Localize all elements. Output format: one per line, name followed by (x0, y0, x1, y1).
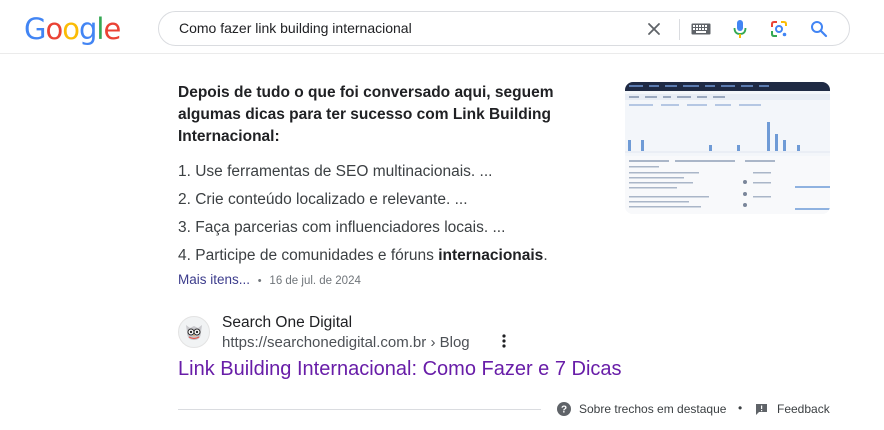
feedback-link[interactable]: Feedback (755, 402, 830, 416)
snippet-date: 16 de jul. de 2024 (269, 275, 361, 287)
footer-divider (178, 409, 541, 410)
help-icon: ? (557, 402, 571, 416)
search-divider (679, 19, 680, 40)
close-icon[interactable] (642, 18, 666, 40)
footer-separator: • (738, 401, 743, 415)
feedback-icon (755, 403, 768, 416)
site-favicon-icon (178, 316, 210, 348)
featured-snippet-title: Depois de tudo o que foi conversado aqui… (178, 84, 554, 145)
logo-letter: l (96, 12, 104, 46)
site-name[interactable]: Search One Digital (222, 314, 352, 332)
keyboard-icon[interactable] (689, 18, 713, 40)
microphone-icon[interactable] (728, 18, 752, 40)
snippet-more-row: Mais itens... • 16 de jul. de 2024 (178, 272, 361, 287)
search-icon[interactable] (807, 18, 831, 40)
list-item: 1. Use ferramentas de SEO multinacionais… (178, 158, 548, 186)
logo-letter: o (45, 12, 63, 46)
separator-dot: • (257, 275, 262, 287)
list-item-suffix: . (543, 247, 548, 264)
logo-letter: G (24, 12, 47, 46)
feedback-label: Feedback (777, 402, 830, 416)
list-item: 3. Faça parcerias com influenciadores lo… (178, 214, 548, 242)
snippet-thumbnail-image[interactable] (625, 82, 830, 214)
search-box[interactable]: Como fazer link building internacional (158, 11, 850, 46)
about-label: Sobre trechos em destaque (579, 402, 727, 416)
list-item-bold-text: internacionais (438, 247, 544, 264)
list-item-text: 2. Crie conteúdo localizado e relevante.… (178, 191, 468, 208)
site-url[interactable]: https://searchonedigital.com.br › Blog (222, 334, 470, 351)
logo-letter: g (78, 12, 97, 46)
result-title-link[interactable]: Link Building Internacional: Como Fazer … (178, 358, 622, 381)
list-item-text: 4. Participe de comunidades e fóruns (178, 247, 439, 264)
logo-letter: o (62, 12, 80, 46)
list-item-text: 1. Use ferramentas de SEO multinacionais… (178, 163, 493, 180)
list-item-text: 3. Faça parcerias com influenciadores lo… (178, 219, 506, 236)
about-featured-snippets-link[interactable]: ? Sobre trechos em destaque (557, 402, 726, 416)
more-options-icon[interactable] (502, 334, 514, 350)
list-item: 4. Participe de comunidades e fóruns int… (178, 242, 548, 270)
svg-text:?: ? (561, 405, 567, 416)
more-items-link[interactable]: Mais itens... (178, 272, 250, 287)
search-input[interactable]: Como fazer link building internacional (179, 20, 412, 36)
snippet-list: 1. Use ferramentas de SEO multinacionais… (178, 158, 548, 270)
google-logo[interactable]: Google (24, 12, 121, 46)
logo-letter: e (103, 12, 121, 46)
lens-icon[interactable] (767, 18, 791, 40)
list-item: 2. Crie conteúdo localizado e relevante.… (178, 186, 548, 214)
search-header: Google Como fazer link building internac… (0, 0, 884, 54)
